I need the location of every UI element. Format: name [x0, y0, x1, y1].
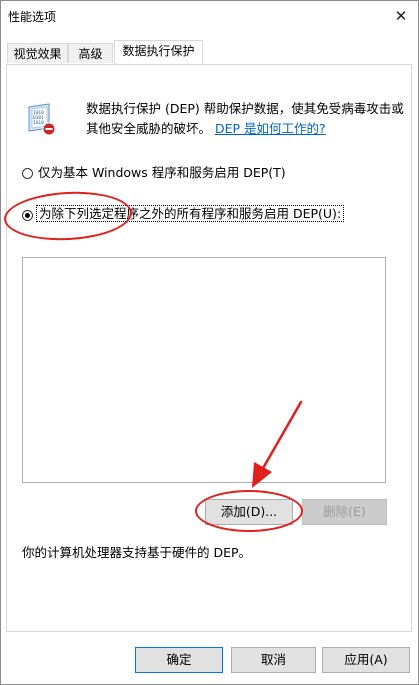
cancel-button[interactable]: 取消: [231, 647, 316, 673]
hardware-dep-support-text: 你的计算机处理器支持基于硬件的 DEP。: [22, 545, 252, 560]
svg-text:1010: 1010: [33, 120, 44, 126]
dep-description-line2: 其他安全威胁的破坏。: [86, 121, 212, 136]
annotation-ellipse-add: [195, 490, 303, 532]
tab-dep[interactable]: 数据执行保护: [114, 40, 203, 64]
dep-description-line1: 数据执行保护 (DEP) 帮助保护数据，使其免受病毒攻击或: [86, 101, 404, 116]
dep-description: 数据执行保护 (DEP) 帮助保护数据，使其免受病毒攻击或 其他安全威胁的破坏。…: [86, 99, 406, 139]
dep-help-link[interactable]: DEP 是如何工作的?: [215, 121, 326, 136]
close-icon: ✕: [394, 7, 408, 25]
annotation-arrow-icon: [252, 400, 303, 488]
exclusion-list[interactable]: [22, 257, 386, 483]
window-title: 性能选项: [8, 10, 57, 24]
ok-button[interactable]: 确定: [135, 647, 223, 673]
radio-essential-only[interactable]: [22, 168, 33, 179]
apply-button[interactable]: 应用(A): [322, 647, 410, 673]
option-essential-only-label[interactable]: 仅为基本 Windows 程序和服务启用 DEP(T): [38, 165, 286, 181]
close-button[interactable]: ✕: [384, 1, 418, 31]
remove-button[interactable]: 删除(E): [302, 499, 387, 525]
dep-description-line2-wrap: 其他安全威胁的破坏。 DEP 是如何工作的?: [86, 119, 406, 139]
title-bar: [1, 1, 418, 31]
tab-advanced[interactable]: 高级: [68, 43, 113, 63]
dep-shield-icon: 1010 0101 1010: [22, 101, 58, 137]
tab-visual-effects[interactable]: 视觉效果: [7, 43, 68, 63]
